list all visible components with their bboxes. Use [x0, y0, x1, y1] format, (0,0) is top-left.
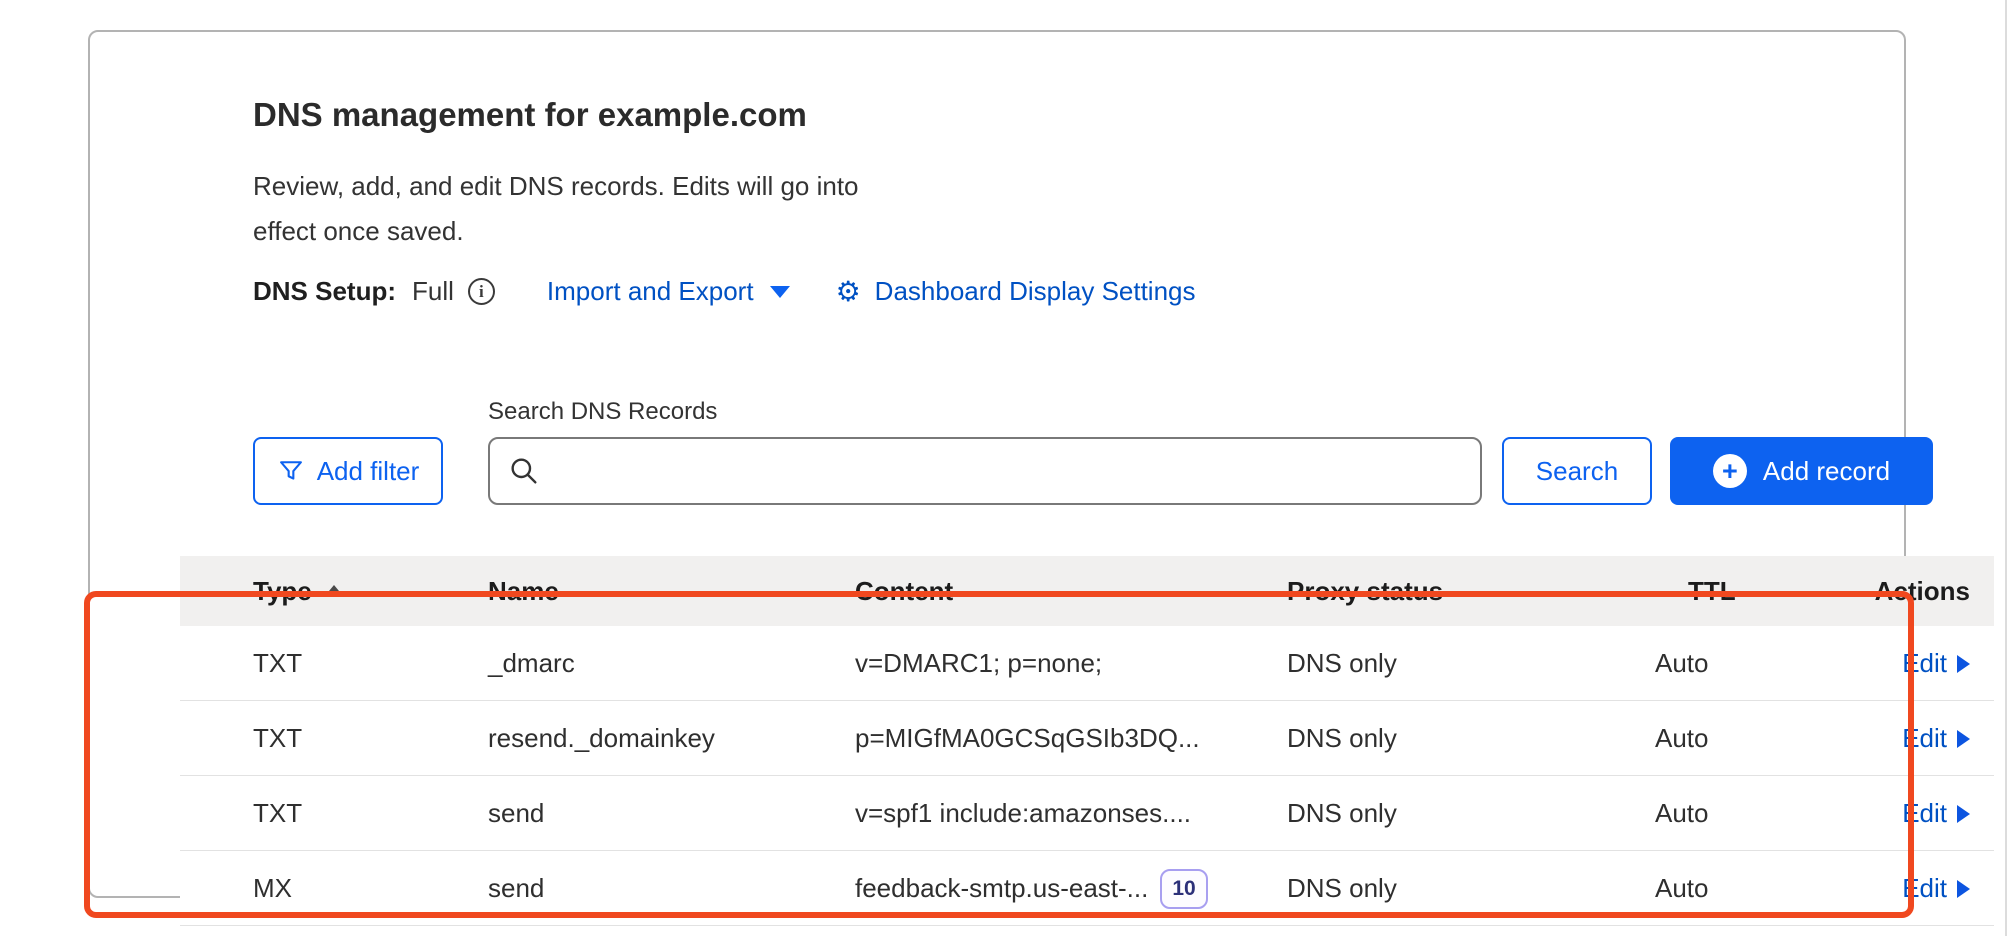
- add-filter-label: Add filter: [317, 456, 420, 487]
- cell-proxy-status: DNS only: [1287, 701, 1397, 776]
- cell-ttl: Auto: [1655, 626, 1709, 701]
- cell-content: v=DMARC1; p=none;: [855, 626, 1102, 701]
- cell-type: TXT: [253, 701, 302, 776]
- caret-right-icon: [1957, 730, 1970, 748]
- funnel-icon: [277, 457, 305, 485]
- info-circle-icon[interactable]: i: [468, 278, 495, 305]
- cell-content: p=MIGfMA0GCSqGSIb3DQ...: [855, 701, 1200, 776]
- column-header-proxy-status[interactable]: Proxy status: [1287, 556, 1443, 626]
- plus-circle-icon: +: [1713, 454, 1747, 488]
- edit-record-link[interactable]: Edit: [1902, 776, 1970, 851]
- caret-right-icon: [1957, 880, 1970, 898]
- mx-priority-badge: 10: [1160, 869, 1207, 909]
- add-record-label: Add record: [1763, 456, 1890, 487]
- search-button-label: Search: [1536, 456, 1618, 487]
- cell-content: v=spf1 include:amazonses....: [855, 776, 1191, 851]
- table-row: MX send feedback-smtp.us-east-... 10 DNS…: [180, 851, 1994, 926]
- cell-content-text: feedback-smtp.us-east-...: [855, 873, 1148, 904]
- cell-type: TXT: [253, 776, 302, 851]
- column-header-actions-label: Actions: [1875, 576, 1970, 607]
- search-input[interactable]: [488, 437, 1482, 505]
- page-title-domain: example.com: [598, 96, 807, 133]
- dns-setup-label: DNS Setup:: [253, 276, 396, 307]
- cell-name: send: [488, 851, 544, 926]
- sort-asc-icon: [324, 585, 344, 597]
- caret-right-icon: [1957, 805, 1970, 823]
- column-header-type-label: Type: [253, 576, 312, 607]
- column-header-type[interactable]: Type: [253, 556, 344, 626]
- cell-proxy-status: DNS only: [1287, 776, 1397, 851]
- page-description: Review, add, and edit DNS records. Edits…: [253, 164, 868, 254]
- column-header-content[interactable]: Content: [855, 556, 953, 626]
- gear-icon[interactable]: ⚙: [836, 278, 861, 306]
- cell-name: send: [488, 776, 544, 851]
- add-filter-button[interactable]: Add filter: [253, 437, 443, 505]
- cell-type: MX: [253, 851, 292, 926]
- add-record-button[interactable]: + Add record: [1670, 437, 1933, 505]
- cell-content: feedback-smtp.us-east-... 10: [855, 851, 1208, 926]
- cell-type: TXT: [253, 626, 302, 701]
- cell-name: _dmarc: [488, 626, 575, 701]
- cell-name: resend._domainkey: [488, 701, 715, 776]
- cell-proxy-status: DNS only: [1287, 626, 1397, 701]
- table-row: TXT resend._domainkey p=MIGfMA0GCSqGSIb3…: [180, 701, 1994, 776]
- table-row: TXT send v=spf1 include:amazonses.... DN…: [180, 776, 1994, 851]
- cell-ttl: Auto: [1655, 776, 1709, 851]
- page-title-prefix: DNS management for: [253, 96, 598, 133]
- edit-link-label: Edit: [1902, 648, 1947, 679]
- column-header-name[interactable]: Name: [488, 556, 559, 626]
- table-header-row: Type Name Content Proxy status TTL Actio…: [180, 556, 1994, 626]
- dns-setup-row: DNS Setup: Full i Import and Export ⚙ Da…: [253, 276, 1196, 307]
- page-edge-divider: [2005, 0, 2007, 936]
- cell-ttl: Auto: [1655, 851, 1709, 926]
- page-title: DNS management for example.com: [253, 96, 807, 134]
- column-header-ttl-label: TTL: [1688, 576, 1736, 607]
- edit-link-label: Edit: [1902, 723, 1947, 754]
- table-row: TXT _dmarc v=DMARC1; p=none; DNS only Au…: [180, 626, 1994, 701]
- edit-record-link[interactable]: Edit: [1902, 851, 1970, 926]
- column-header-proxy-label: Proxy status: [1287, 576, 1443, 607]
- dns-management-card: DNS management for example.com Review, a…: [88, 30, 1906, 898]
- import-export-link[interactable]: Import and Export: [547, 276, 790, 307]
- edit-record-link[interactable]: Edit: [1902, 626, 1970, 701]
- import-export-label: Import and Export: [547, 276, 754, 307]
- dns-setup-value: Full: [412, 276, 454, 307]
- cell-proxy-status: DNS only: [1287, 851, 1397, 926]
- column-header-name-label: Name: [488, 576, 559, 607]
- table-body: TXT _dmarc v=DMARC1; p=none; DNS only Au…: [180, 626, 1994, 926]
- dashboard-display-settings-link[interactable]: Dashboard Display Settings: [875, 276, 1196, 307]
- caret-right-icon: [1957, 655, 1970, 673]
- edit-link-label: Edit: [1902, 798, 1947, 829]
- column-header-ttl[interactable]: TTL: [1688, 556, 1736, 626]
- edit-record-link[interactable]: Edit: [1902, 701, 1970, 776]
- chevron-down-icon: [770, 286, 790, 298]
- cell-ttl: Auto: [1655, 701, 1709, 776]
- dns-management-page: DNS management for example.com Review, a…: [0, 0, 2012, 936]
- search-field-label: Search DNS Records: [488, 398, 717, 426]
- search-button[interactable]: Search: [1502, 437, 1652, 505]
- column-header-content-label: Content: [855, 576, 953, 607]
- column-header-actions: Actions: [1875, 556, 1970, 626]
- edit-link-label: Edit: [1902, 873, 1947, 904]
